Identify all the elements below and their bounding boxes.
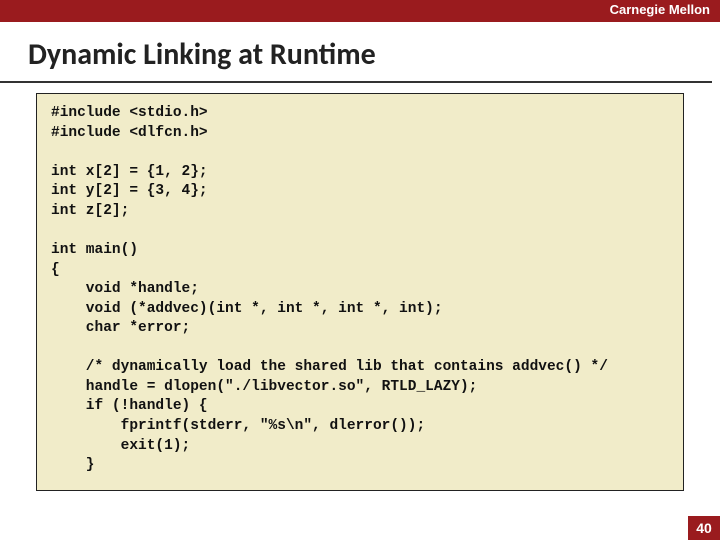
- header-bar: Carnegie Mellon: [0, 0, 720, 22]
- brand-label: Carnegie Mellon: [610, 2, 710, 17]
- code-block: #include <stdio.h> #include <dlfcn.h> in…: [36, 93, 684, 491]
- page-number: 40: [688, 516, 720, 540]
- slide-title: Dynamic Linking at Runtime: [0, 22, 712, 83]
